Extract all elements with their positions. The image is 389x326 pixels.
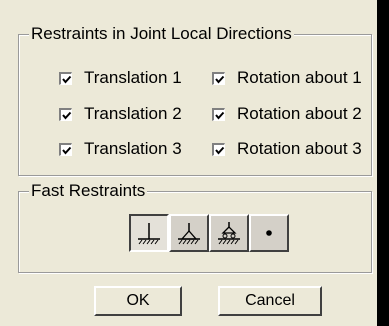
fast-restraints-group-title: Fast Restraints xyxy=(29,181,148,201)
cancel-label: Cancel xyxy=(245,292,295,309)
fixed-support-icon xyxy=(138,223,160,245)
checkbox-box[interactable] xyxy=(212,71,225,85)
fixed-restraint-button[interactable] xyxy=(129,214,169,252)
pinned-support-icon xyxy=(178,223,200,245)
restraints-group-title: Restraints in Joint Local Directions xyxy=(29,24,294,44)
checkbox-box[interactable] xyxy=(212,142,225,156)
cancel-button[interactable]: Cancel xyxy=(218,286,322,316)
rotation-1-label: Rotation about 1 xyxy=(237,68,362,87)
translation-3-label: Translation 3 xyxy=(84,139,182,158)
pinned-restraint-button[interactable] xyxy=(169,214,209,252)
checkbox-box[interactable] xyxy=(212,107,225,121)
checkbox-box[interactable] xyxy=(59,142,72,156)
rotation-1-checkbox[interactable]: Rotation about 1 xyxy=(212,68,362,88)
free-restraint-button[interactable] xyxy=(249,214,289,252)
ok-label: OK xyxy=(126,292,150,309)
translation-1-label: Translation 1 xyxy=(84,68,182,87)
translation-1-checkbox[interactable]: Translation 1 xyxy=(59,68,182,88)
restraints-group: Restraints in Joint Local Directions Tra… xyxy=(18,24,372,176)
translation-2-label: Translation 2 xyxy=(84,104,182,123)
fast-restraints-group: Fast Restraints xyxy=(18,181,372,273)
rotation-3-checkbox[interactable]: Rotation about 3 xyxy=(212,139,362,159)
translation-3-checkbox[interactable]: Translation 3 xyxy=(59,139,182,159)
checkbox-box[interactable] xyxy=(59,71,72,85)
checkbox-box[interactable] xyxy=(59,107,72,121)
roller-support-icon xyxy=(218,222,240,245)
ok-button[interactable]: OK xyxy=(94,286,182,316)
joint-restraints-dialog: Restraints in Joint Local Directions Tra… xyxy=(0,0,377,326)
translation-2-checkbox[interactable]: Translation 2 xyxy=(59,104,182,124)
rotation-2-checkbox[interactable]: Rotation about 2 xyxy=(212,104,362,124)
free-joint-icon xyxy=(266,230,272,236)
rotation-3-label: Rotation about 3 xyxy=(237,139,362,158)
rotation-2-label: Rotation about 2 xyxy=(237,104,362,123)
roller-restraint-button[interactable] xyxy=(209,214,249,252)
